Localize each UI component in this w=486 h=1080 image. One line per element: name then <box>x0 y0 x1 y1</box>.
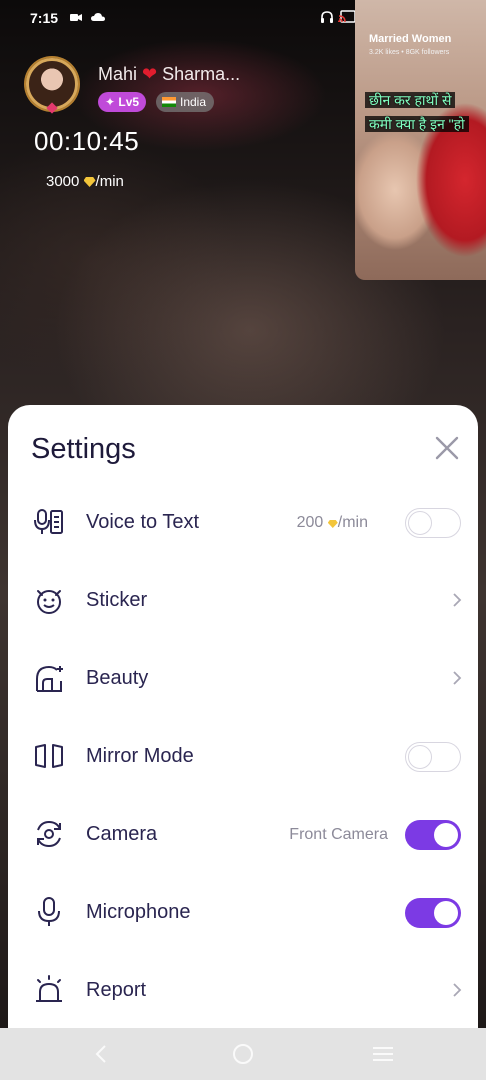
voice-to-text-label: Voice to Text <box>86 511 200 533</box>
voice-to-text-price-unit: /min <box>337 514 368 531</box>
settings-row-microphone: Microphone <box>8 881 478 941</box>
sticker-icon <box>32 583 66 617</box>
camera-value: Front Camera <box>289 826 388 843</box>
diamond-icon <box>327 520 338 528</box>
camera-switch-icon <box>32 817 66 851</box>
microphone-icon <box>32 895 66 929</box>
call-rate: 3000 /min <box>46 173 124 190</box>
camera-toggle[interactable] <box>405 820 461 850</box>
video-recorder-icon <box>69 10 83 27</box>
host-name-last: Sharma... <box>162 64 241 84</box>
host-name: Mahi ❤ Sharma... <box>98 64 240 85</box>
sticker-label: Sticker <box>86 589 148 611</box>
camera-label: Camera <box>86 823 158 845</box>
diamond-icon <box>83 177 96 187</box>
headphones-icon <box>320 10 334 27</box>
report-alarm-icon <box>32 973 66 1007</box>
voice-to-text-price-amount: 200 <box>296 514 324 531</box>
heart-icon: ❤ <box>142 64 158 84</box>
mirror-mode-icon <box>32 739 66 773</box>
recents-icon[interactable] <box>371 1042 395 1066</box>
cast-icon <box>338 10 356 27</box>
mirror-mode-toggle[interactable] <box>405 742 461 772</box>
settings-row-voice-to-text: Voice to Text 200 /min <box>8 491 478 551</box>
voice-to-text-price: 200 /min <box>297 514 368 532</box>
cloud-icon <box>90 10 106 27</box>
settings-row-camera: Camera Front Camera <box>8 803 478 863</box>
beauty-label: Beauty <box>86 667 149 689</box>
toggle-knob <box>408 744 432 769</box>
toggle-knob <box>434 901 458 925</box>
settings-title: Settings <box>31 433 136 465</box>
level-badge: ✦ Lv5 <box>98 92 147 112</box>
rate-amount: 3000 <box>46 173 80 190</box>
status-time: 7:15 <box>30 10 59 26</box>
pip-caption: छीन कर हाथों से कमी क्या है इन "हो <box>365 88 486 136</box>
system-nav-bar <box>0 1028 486 1080</box>
back-icon[interactable] <box>90 1042 114 1066</box>
close-icon <box>435 436 459 460</box>
chevron-right-icon <box>450 981 464 999</box>
voice-to-text-toggle[interactable] <box>405 508 461 538</box>
chevron-right-icon <box>450 669 464 687</box>
pip-title: Married Women <box>369 33 452 45</box>
settings-row-sticker[interactable]: Sticker <box>8 569 478 629</box>
country-badge: India <box>156 92 215 112</box>
toggle-knob <box>434 823 458 847</box>
settings-sheet: Settings Voice to Text 200 /min Sticker … <box>8 405 478 1028</box>
pip-caption-line-1: छीन कर हाथों से <box>365 92 456 108</box>
pip-video-window[interactable]: Married Women 3.2K likes • 8GK followers… <box>355 0 486 280</box>
level-text: Lv5 <box>118 95 140 109</box>
level-sparkle-icon: ✦ <box>105 95 116 109</box>
beauty-icon <box>32 661 66 695</box>
close-button[interactable] <box>432 433 462 463</box>
toggle-knob <box>408 510 432 535</box>
microphone-toggle[interactable] <box>405 898 461 928</box>
mirror-mode-label: Mirror Mode <box>86 745 194 767</box>
country-text: India <box>180 95 207 109</box>
report-label: Report <box>86 979 147 1001</box>
call-timer: 00:10:45 <box>34 126 140 156</box>
settings-row-beauty[interactable]: Beauty <box>8 647 478 707</box>
pip-subtitle: 3.2K likes • 8GK followers <box>369 49 450 56</box>
microphone-label: Microphone <box>86 901 191 923</box>
settings-row-report[interactable]: Report <box>8 959 478 1019</box>
host-name-first: Mahi <box>98 64 138 84</box>
india-flag-icon <box>162 97 176 107</box>
pip-caption-line-2: कमी क्या है इन "हो <box>365 116 469 132</box>
settings-row-mirror-mode: Mirror Mode <box>8 725 478 785</box>
chevron-right-icon <box>450 591 464 609</box>
rate-unit: /min <box>95 173 124 190</box>
voice-to-text-icon <box>32 505 66 539</box>
home-icon[interactable] <box>231 1042 255 1066</box>
